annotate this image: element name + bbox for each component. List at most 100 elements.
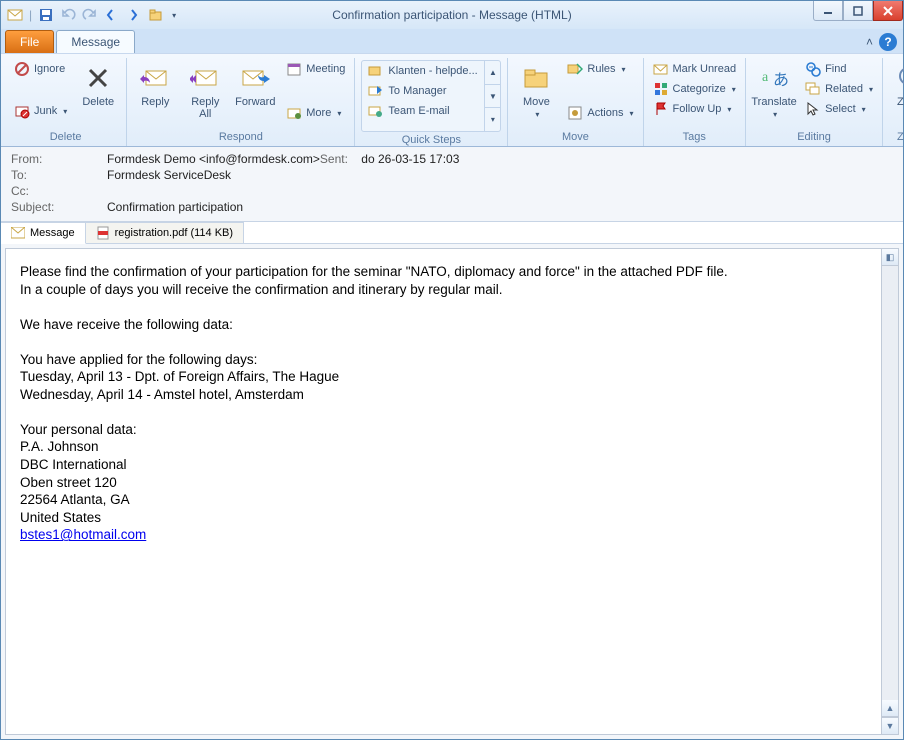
vertical-scrollbar[interactable]: ◧ ▲ ▼ (882, 248, 899, 735)
scroll-down-icon[interactable]: ▼ (882, 717, 898, 734)
quick-step-item[interactable]: To Manager (362, 81, 500, 101)
body-line: 22564 Atlanta, GA (20, 491, 867, 509)
translate-button[interactable]: aあ Translate▾ (752, 60, 796, 122)
categorize-label: Categorize (673, 83, 726, 95)
junk-icon (14, 103, 30, 119)
group-delete: Ignore Junk▾ Delete Delete (5, 58, 127, 146)
to-manager-icon (368, 84, 382, 98)
svg-text:あ: あ (773, 71, 789, 89)
quick-step-item[interactable]: Team E-mail (362, 101, 500, 121)
group-editing: aあ Translate▾ Find Related▾ Select▾ (746, 58, 883, 146)
more-button[interactable]: More▾ (283, 104, 348, 122)
gallery-up-icon[interactable]: ▲ (485, 61, 500, 85)
email-link[interactable]: bstes1@hotmail.com (20, 527, 146, 542)
related-icon (805, 81, 821, 97)
next-item-icon[interactable] (126, 7, 142, 23)
tab-file[interactable]: File (5, 30, 54, 53)
svg-text:a: a (762, 70, 769, 85)
body-line: P.A. Johnson (20, 438, 867, 456)
move-folder-icon (520, 62, 552, 94)
mark-unread-icon (653, 61, 669, 77)
categorize-icon (653, 81, 669, 97)
zoom-button[interactable]: Zoom (889, 60, 904, 110)
group-tags-label: Tags (650, 129, 740, 146)
body-line: You have applied for the following days: (20, 351, 867, 369)
titlebar: | ▾ Confirmation participation - Message… (1, 1, 903, 29)
group-zoom: Zoom Zoom (883, 58, 904, 146)
forward-button[interactable]: Forward (233, 60, 277, 110)
delete-label: Delete (82, 96, 114, 108)
qat-customize-icon[interactable]: ▾ (172, 11, 176, 20)
more-label: More (306, 107, 331, 119)
undo-icon[interactable] (60, 7, 76, 23)
gallery-down-icon[interactable]: ▼ (485, 85, 500, 109)
gallery-more-icon[interactable]: ▾ (485, 108, 500, 131)
rules-label: Rules (587, 63, 615, 75)
move-icon (368, 64, 382, 78)
scroll-options-icon[interactable]: ◧ (882, 249, 898, 266)
find-label: Find (825, 63, 846, 75)
tab-message[interactable]: Message (56, 30, 135, 53)
reply-all-icon (189, 62, 221, 94)
meeting-label: Meeting (306, 63, 345, 75)
zoom-icon (895, 62, 904, 94)
rules-button[interactable]: Rules▾ (564, 60, 636, 78)
message-body[interactable]: Please find the confirmation of your par… (5, 248, 882, 735)
junk-button[interactable]: Junk▾ (11, 102, 70, 120)
ignore-icon (14, 61, 30, 77)
body-line: Oben street 120 (20, 474, 867, 492)
cc-label: Cc: (11, 184, 107, 198)
attachment-label: registration.pdf (114 KB) (115, 227, 233, 239)
ignore-button[interactable]: Ignore (11, 60, 70, 78)
forward-label: Forward (235, 96, 275, 108)
group-move: Move▾ Rules▾ Actions▾ Move (508, 58, 643, 146)
body-line: In a couple of days you will receive the… (20, 281, 867, 299)
mark-unread-button[interactable]: Mark Unread (650, 60, 740, 78)
maximize-button[interactable] (843, 1, 873, 21)
select-button[interactable]: Select▾ (802, 100, 876, 118)
related-button[interactable]: Related▾ (802, 80, 876, 98)
quick-steps-gallery[interactable]: Klanten - helpde... To Manager Team E-ma… (361, 60, 501, 132)
body-line: We have receive the following data: (20, 316, 867, 334)
find-icon (805, 61, 821, 77)
meeting-button[interactable]: Meeting (283, 60, 348, 78)
minimize-button[interactable] (813, 1, 843, 21)
ribbon-tabs: File Message ˄ ? (1, 29, 903, 53)
message-body-wrap: Please find the confirmation of your par… (1, 244, 903, 739)
outlook-message-window: | ▾ Confirmation participation - Message… (0, 0, 904, 740)
minimize-ribbon-icon[interactable]: ˄ (866, 35, 873, 49)
redo-icon[interactable] (82, 7, 98, 23)
scroll-up-icon[interactable]: ▲ (882, 700, 898, 717)
meeting-icon (286, 61, 302, 77)
translate-icon: aあ (758, 62, 790, 94)
move-to-folder-icon[interactable] (148, 7, 164, 23)
reply-label: Reply (141, 96, 169, 108)
find-button[interactable]: Find (802, 60, 876, 78)
ribbon: Ignore Junk▾ Delete Delete (1, 53, 903, 147)
group-move-label: Move (514, 129, 636, 146)
quick-step-item[interactable]: Klanten - helpde... (362, 61, 500, 81)
message-tab[interactable]: Message (1, 222, 86, 244)
junk-label: Junk (34, 105, 57, 117)
actions-button[interactable]: Actions▾ (564, 104, 636, 122)
actions-icon (567, 105, 583, 121)
move-label: Move (523, 96, 550, 108)
move-button[interactable]: Move▾ (514, 60, 558, 122)
save-icon[interactable] (38, 7, 54, 23)
help-icon[interactable]: ? (879, 33, 897, 51)
close-button[interactable] (873, 1, 903, 21)
previous-item-icon[interactable] (104, 7, 120, 23)
reply-all-button[interactable]: Reply All (183, 60, 227, 122)
reply-icon (139, 62, 171, 94)
sent-value: do 26-03-15 17:03 (361, 152, 459, 166)
follow-up-label: Follow Up (673, 103, 722, 115)
delete-button[interactable]: Delete (76, 60, 120, 110)
group-zoom-label: Zoom (889, 129, 904, 146)
categorize-button[interactable]: Categorize▾ (650, 80, 740, 98)
body-line: DBC International (20, 456, 867, 474)
related-label: Related (825, 83, 863, 95)
to-value: Formdesk ServiceDesk (107, 168, 231, 182)
attachment-tab[interactable]: registration.pdf (114 KB) (86, 222, 244, 243)
follow-up-button[interactable]: Follow Up▾ (650, 100, 740, 118)
reply-button[interactable]: Reply (133, 60, 177, 110)
